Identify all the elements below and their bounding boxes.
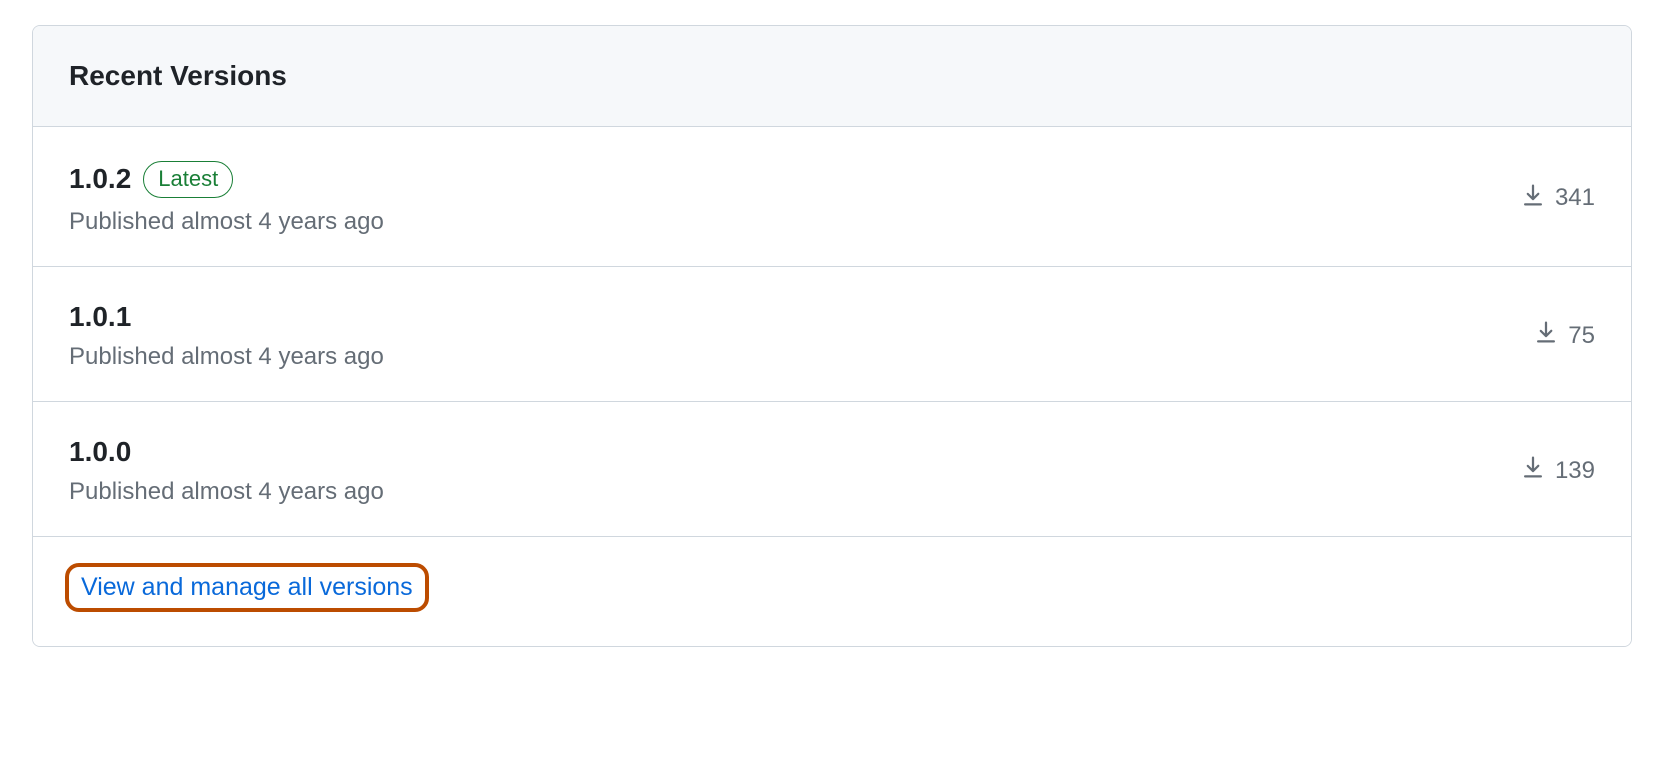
download-icon <box>1534 320 1558 351</box>
view-manage-all-versions-link[interactable]: View and manage all versions <box>81 573 413 601</box>
version-published: Published almost 4 years ago <box>69 478 384 506</box>
version-info: 1.0.0 Published almost 4 years ago <box>69 436 384 506</box>
version-title-line: 1.0.1 <box>69 301 384 333</box>
version-info: 1.0.2 Latest Published almost 4 years ag… <box>69 161 384 236</box>
version-published: Published almost 4 years ago <box>69 208 384 236</box>
version-number[interactable]: 1.0.2 <box>69 163 131 195</box>
version-title-line: 1.0.0 <box>69 436 384 468</box>
download-count: 75 <box>1534 320 1595 351</box>
highlight-outline: View and manage all versions <box>65 563 429 612</box>
version-row[interactable]: 1.0.0 Published almost 4 years ago 139 <box>33 402 1631 537</box>
version-row[interactable]: 1.0.2 Latest Published almost 4 years ag… <box>33 127 1631 267</box>
download-count: 139 <box>1521 455 1595 486</box>
latest-badge: Latest <box>143 161 233 198</box>
download-count-value: 75 <box>1568 322 1595 350</box>
download-icon <box>1521 183 1545 214</box>
panel-header: Recent Versions <box>33 26 1631 127</box>
panel-footer: View and manage all versions <box>33 537 1631 646</box>
download-count: 341 <box>1521 183 1595 214</box>
version-title-line: 1.0.2 Latest <box>69 161 384 198</box>
version-number[interactable]: 1.0.1 <box>69 301 131 333</box>
recent-versions-panel: Recent Versions 1.0.2 Latest Published a… <box>32 25 1632 647</box>
version-published: Published almost 4 years ago <box>69 343 384 371</box>
download-icon <box>1521 455 1545 486</box>
version-number[interactable]: 1.0.0 <box>69 436 131 468</box>
version-info: 1.0.1 Published almost 4 years ago <box>69 301 384 371</box>
download-count-value: 139 <box>1555 457 1595 485</box>
download-count-value: 341 <box>1555 184 1595 212</box>
panel-title: Recent Versions <box>69 60 1595 92</box>
version-row[interactable]: 1.0.1 Published almost 4 years ago 75 <box>33 267 1631 402</box>
